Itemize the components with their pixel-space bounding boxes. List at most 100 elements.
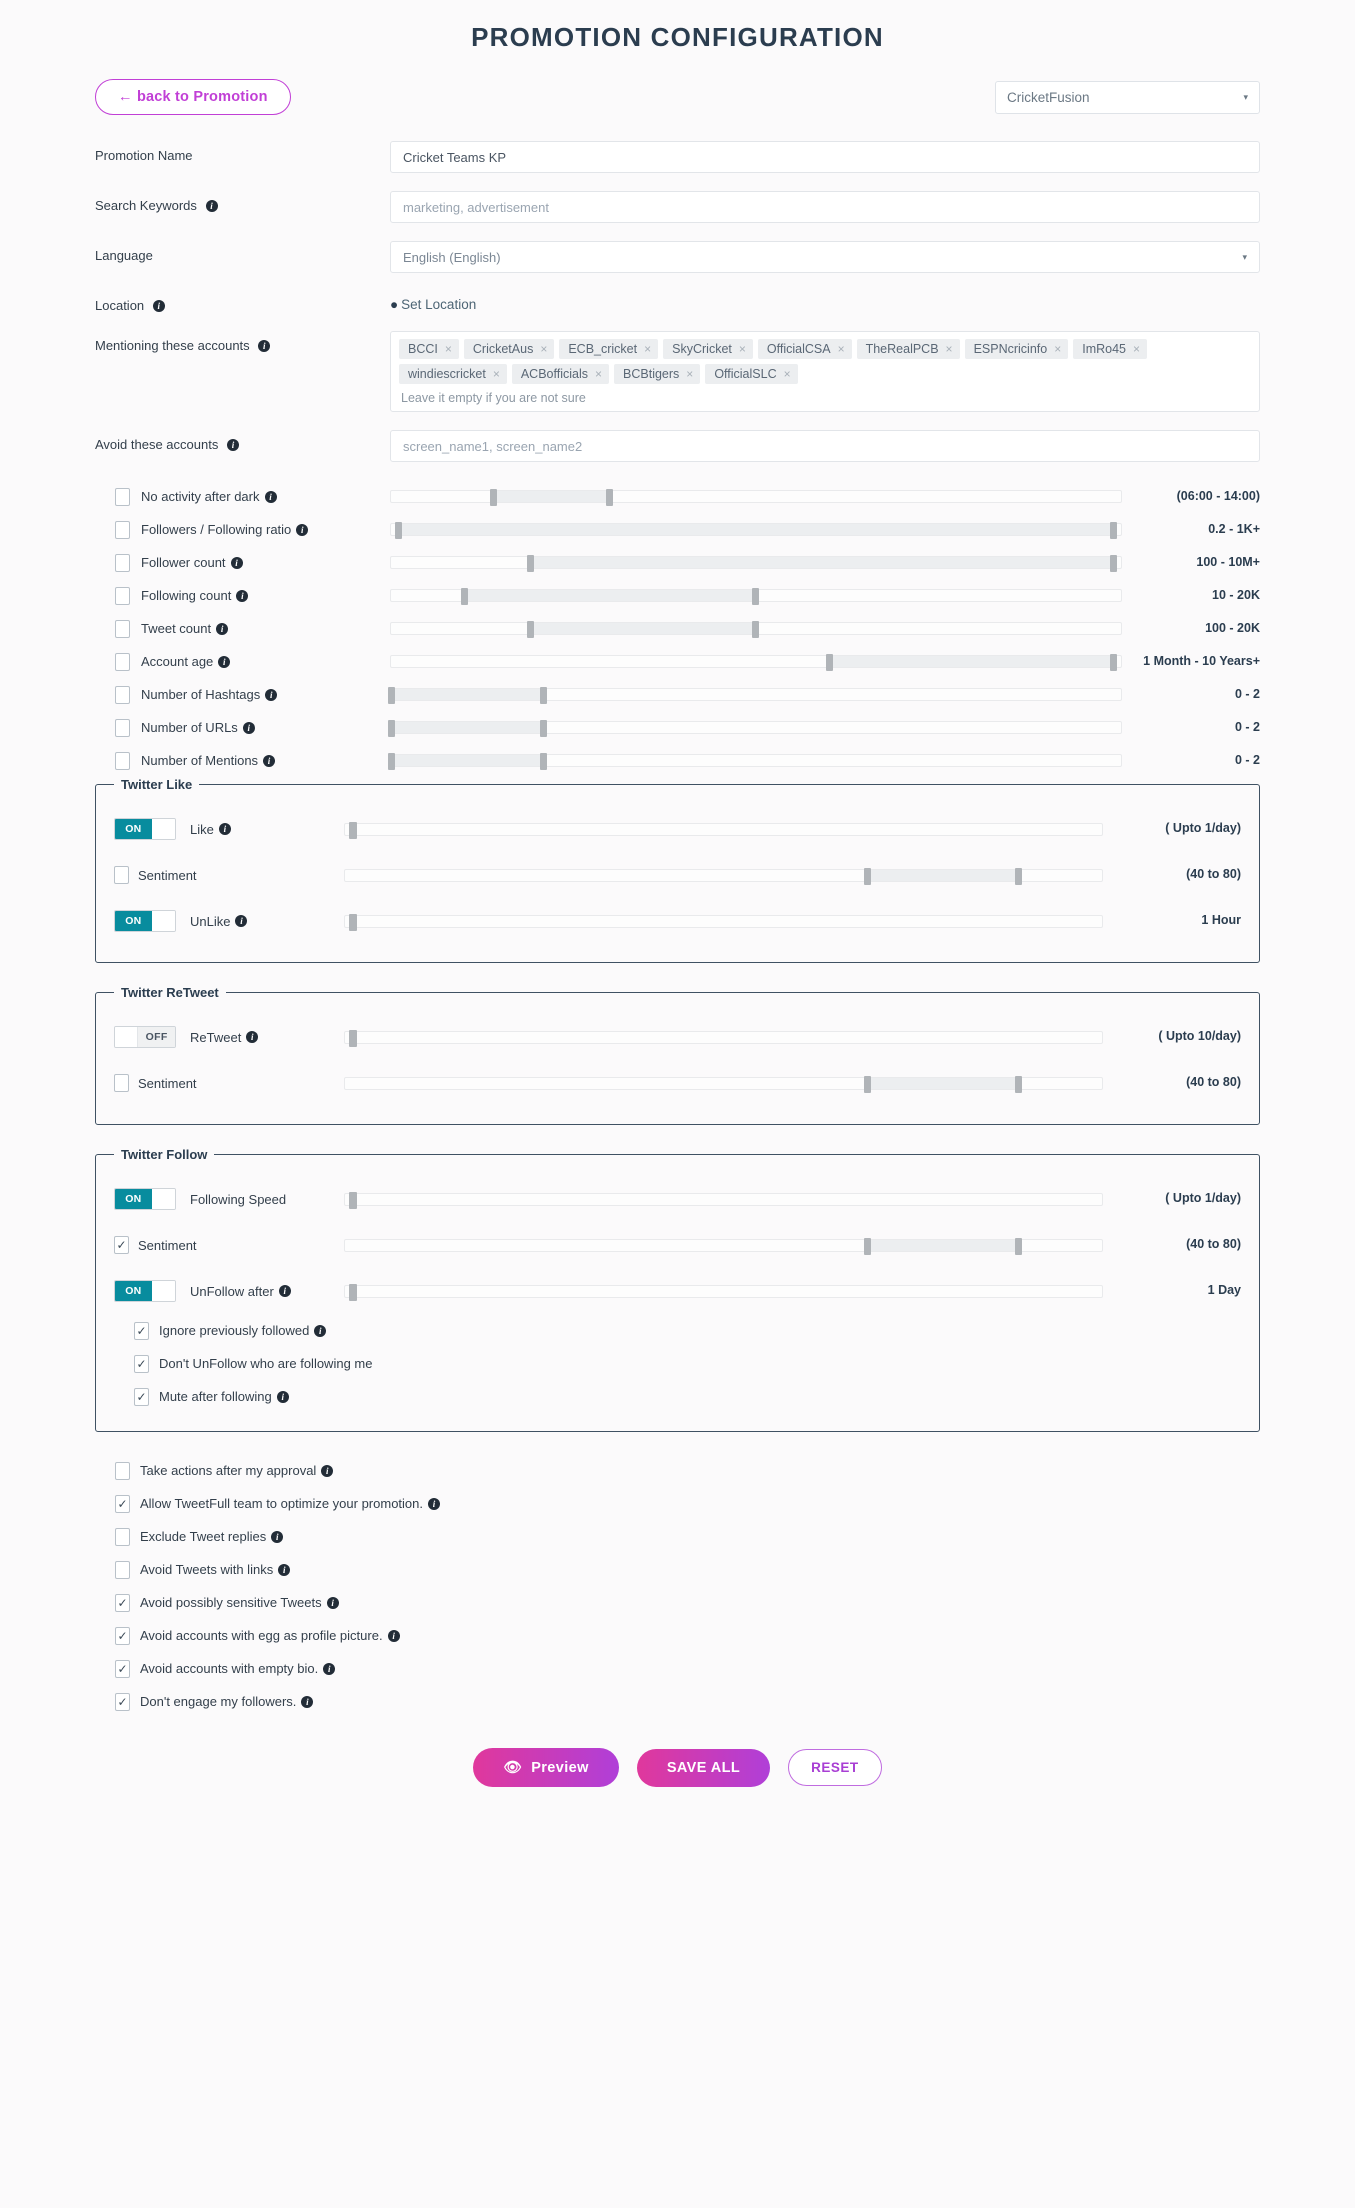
option-checkbox[interactable] bbox=[134, 1354, 149, 1373]
tag-remove-icon[interactable]: × bbox=[1133, 342, 1140, 356]
tag-item[interactable]: ACBofficials × bbox=[511, 364, 610, 384]
slider-handle-max[interactable] bbox=[348, 1283, 356, 1301]
info-icon[interactable]: i bbox=[301, 1695, 314, 1708]
info-icon[interactable]: i bbox=[323, 1662, 336, 1675]
tag-remove-icon[interactable]: × bbox=[838, 342, 845, 356]
tag-remove-icon[interactable]: × bbox=[644, 342, 651, 356]
info-icon[interactable]: i bbox=[278, 1285, 291, 1297]
tag-remove-icon[interactable]: × bbox=[445, 342, 452, 356]
tag-item[interactable]: OfficialSLC × bbox=[705, 364, 798, 384]
slider-handle-min[interactable] bbox=[388, 720, 395, 737]
slider[interactable] bbox=[344, 913, 1121, 931]
info-icon[interactable]: i bbox=[428, 1497, 440, 1510]
option-checkbox[interactable] bbox=[115, 1494, 130, 1513]
avoid-accounts-input[interactable] bbox=[390, 430, 1260, 462]
option-checkbox[interactable] bbox=[115, 1560, 130, 1579]
slider-track[interactable] bbox=[344, 867, 1103, 885]
option-checkbox[interactable] bbox=[134, 1321, 149, 1340]
slider-handle-max[interactable] bbox=[348, 1029, 356, 1047]
slider[interactable] bbox=[388, 720, 1140, 737]
slider-handle-min[interactable] bbox=[388, 687, 395, 704]
slider[interactable] bbox=[344, 1191, 1121, 1209]
save-all-button[interactable]: SAVE ALL bbox=[636, 1748, 771, 1787]
tag-item[interactable]: TheRealPCB × bbox=[856, 339, 960, 359]
slider-track[interactable] bbox=[344, 913, 1103, 931]
tag-remove-icon[interactable]: × bbox=[493, 367, 500, 381]
filter-checkbox[interactable] bbox=[115, 685, 130, 704]
info-icon[interactable]: i bbox=[218, 823, 231, 835]
slider-handle-max[interactable] bbox=[540, 720, 548, 737]
slider-track[interactable] bbox=[390, 654, 1122, 671]
slider-track[interactable] bbox=[388, 720, 1122, 737]
slider-handle-min[interactable] bbox=[864, 867, 872, 885]
slider-track[interactable] bbox=[344, 1029, 1103, 1047]
info-icon[interactable]: i bbox=[321, 1464, 334, 1477]
info-icon[interactable]: i bbox=[314, 1324, 327, 1337]
language-select[interactable]: English (English) ▾ bbox=[390, 241, 1260, 273]
tag-item[interactable]: OfficialCSA × bbox=[757, 339, 852, 359]
slider[interactable] bbox=[390, 489, 1140, 506]
info-icon[interactable]: i bbox=[265, 688, 278, 701]
slider-handle-min[interactable] bbox=[864, 1237, 872, 1255]
info-icon[interactable]: i bbox=[258, 340, 271, 352]
tag-item[interactable]: ECB_cricket × bbox=[559, 339, 659, 359]
slider[interactable] bbox=[344, 1029, 1121, 1047]
slider-track[interactable] bbox=[390, 522, 1122, 539]
slider[interactable] bbox=[388, 687, 1140, 704]
info-icon[interactable]: i bbox=[264, 490, 277, 503]
slider[interactable] bbox=[344, 1237, 1121, 1255]
option-checkbox[interactable] bbox=[115, 1626, 130, 1645]
slider-track[interactable] bbox=[344, 1075, 1103, 1093]
action-checkbox[interactable] bbox=[114, 1074, 129, 1092]
info-icon[interactable]: i bbox=[218, 655, 231, 668]
info-icon[interactable]: i bbox=[326, 1596, 339, 1609]
option-checkbox[interactable] bbox=[115, 1692, 130, 1711]
slider-track[interactable] bbox=[390, 555, 1122, 572]
slider[interactable] bbox=[390, 654, 1140, 671]
slider-handle-min[interactable] bbox=[826, 654, 833, 671]
slider[interactable] bbox=[390, 588, 1140, 605]
tag-item[interactable]: BCCI × bbox=[399, 339, 459, 359]
info-icon[interactable]: i bbox=[230, 556, 243, 569]
mentioning-accounts-tagbox[interactable]: BCCI × CricketAus × ECB_cricket × SkyCricket × O… bbox=[390, 331, 1260, 412]
on-off-toggle[interactable]: ON bbox=[114, 1188, 176, 1210]
info-icon[interactable]: i bbox=[226, 439, 239, 451]
filter-checkbox[interactable] bbox=[115, 718, 130, 737]
filter-checkbox[interactable] bbox=[115, 487, 130, 506]
slider-handle-max[interactable] bbox=[540, 687, 548, 704]
info-icon[interactable]: i bbox=[216, 622, 229, 635]
info-icon[interactable]: i bbox=[387, 1629, 400, 1642]
action-checkbox[interactable] bbox=[114, 866, 129, 884]
slider-handle-max[interactable] bbox=[1014, 867, 1022, 885]
slider-handle-min[interactable] bbox=[388, 753, 395, 770]
search-keywords-input[interactable] bbox=[390, 191, 1260, 223]
info-icon[interactable]: i bbox=[246, 1031, 259, 1043]
slider-handle-max[interactable] bbox=[1014, 1237, 1022, 1255]
tag-item[interactable]: CricketAus × bbox=[463, 339, 555, 359]
slider-handle-min[interactable] bbox=[395, 522, 403, 539]
info-icon[interactable]: i bbox=[276, 1390, 289, 1403]
on-off-toggle[interactable]: ON bbox=[114, 910, 176, 932]
info-icon[interactable]: i bbox=[263, 754, 276, 767]
slider-track[interactable] bbox=[388, 753, 1122, 770]
info-icon[interactable]: i bbox=[205, 200, 218, 212]
slider-track[interactable] bbox=[390, 588, 1122, 605]
option-checkbox[interactable] bbox=[115, 1461, 130, 1480]
option-checkbox[interactable] bbox=[115, 1659, 130, 1678]
slider-handle-max[interactable] bbox=[1109, 555, 1117, 572]
info-icon[interactable]: i bbox=[271, 1530, 284, 1543]
slider-handle-max[interactable] bbox=[348, 821, 356, 839]
slider-track[interactable] bbox=[388, 687, 1122, 704]
info-icon[interactable]: i bbox=[235, 915, 248, 927]
set-location-link[interactable]: ● Set Location bbox=[390, 291, 1260, 312]
promotion-name-input[interactable] bbox=[390, 141, 1260, 173]
tag-item[interactable]: ESPNcricinfo × bbox=[964, 339, 1069, 359]
action-checkbox[interactable] bbox=[114, 1236, 129, 1254]
slider-track[interactable] bbox=[390, 621, 1122, 638]
on-off-toggle[interactable]: ON bbox=[114, 818, 176, 840]
slider-handle-max[interactable] bbox=[606, 489, 613, 506]
tag-item[interactable]: BCBtigers × bbox=[614, 364, 701, 384]
filter-checkbox[interactable] bbox=[115, 619, 130, 638]
slider[interactable] bbox=[390, 522, 1140, 539]
slider[interactable] bbox=[344, 1283, 1121, 1301]
